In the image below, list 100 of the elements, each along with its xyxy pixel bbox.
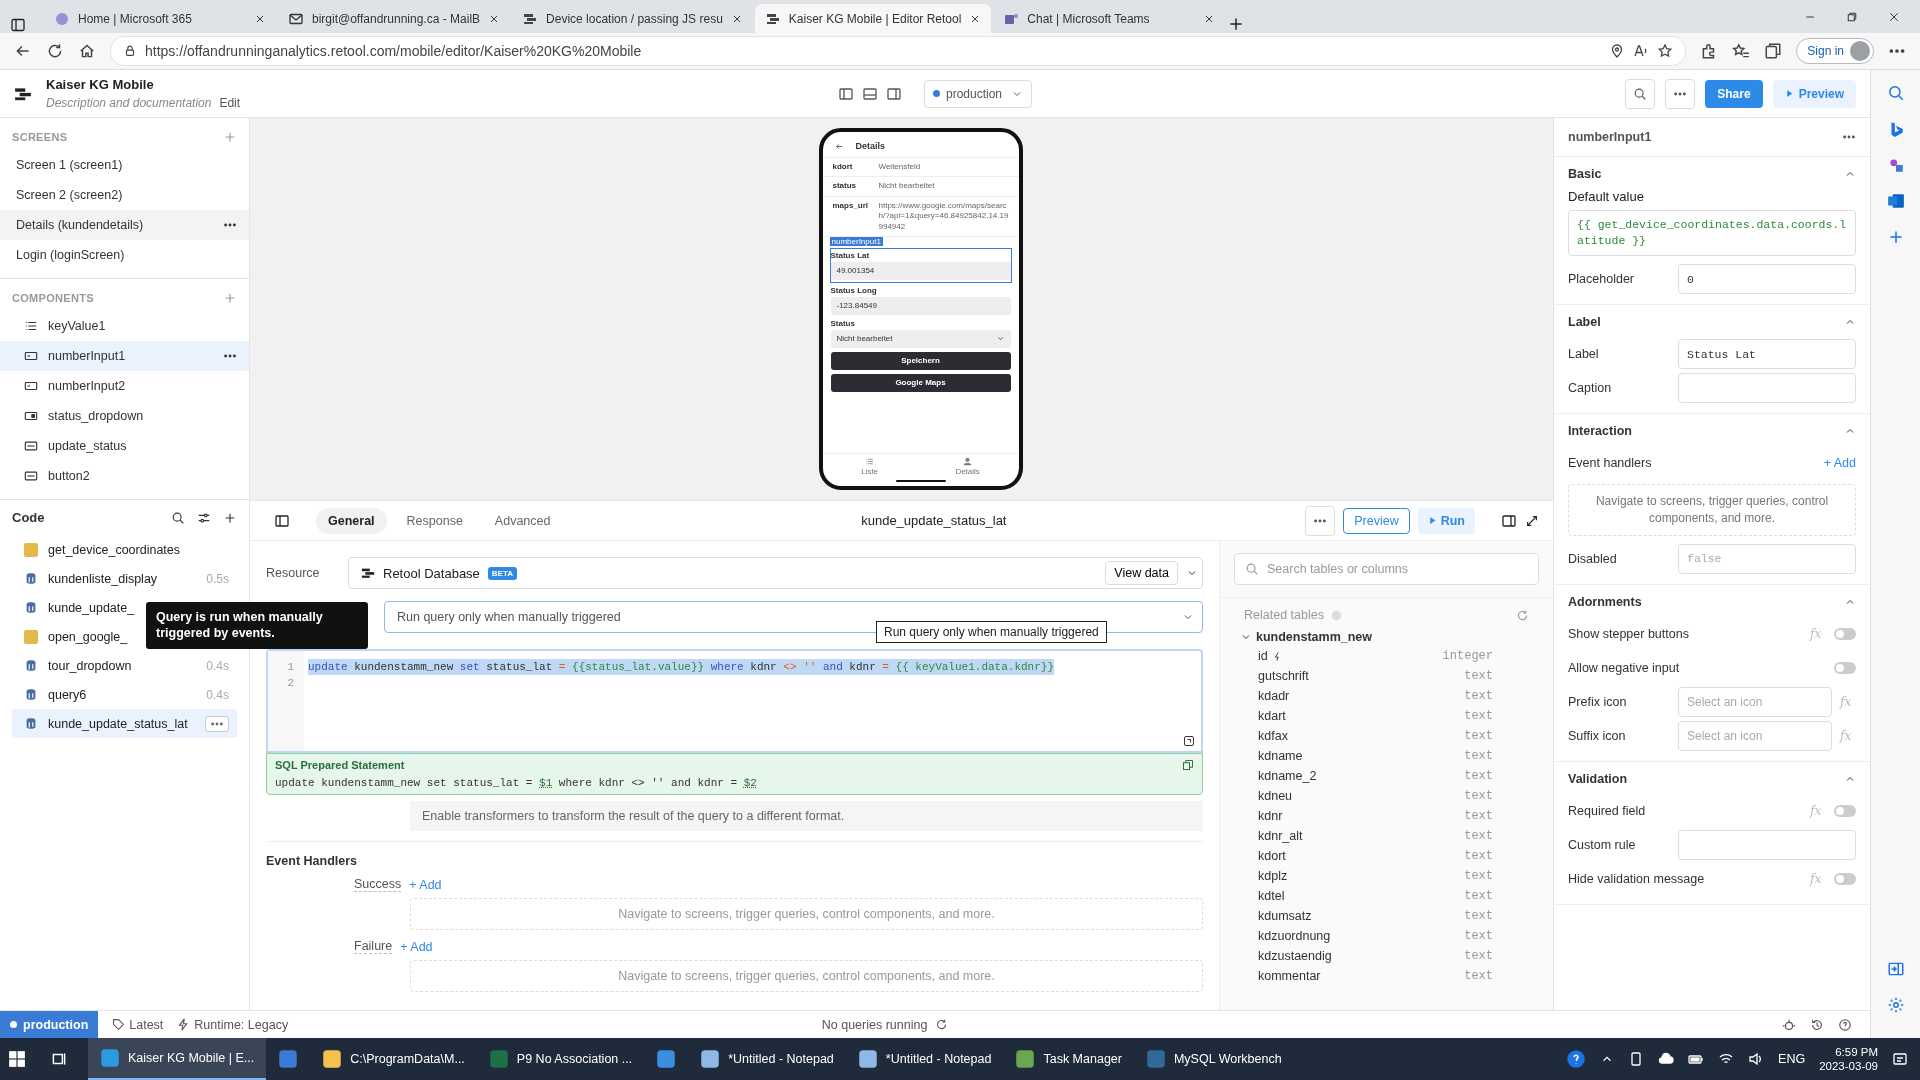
share-button[interactable]: Share: [1705, 79, 1763, 108]
settings-icon[interactable]: [1886, 996, 1905, 1014]
add-link[interactable]: + Add: [1823, 456, 1856, 471]
favorite-add-icon[interactable]: [1657, 43, 1674, 59]
layout-icon[interactable]: [838, 85, 854, 102]
sidebar-toggle-icon[interactable]: [274, 512, 290, 529]
browser-tab[interactable]: Device location / passing JS resu: [512, 4, 753, 33]
debug-icon[interactable]: [1782, 1017, 1796, 1032]
screen-item[interactable]: Details (kundendetails): [0, 210, 249, 240]
history-icon[interactable]: [1810, 1017, 1824, 1032]
view-data-button[interactable]: View data: [1105, 561, 1178, 585]
taskbar-app[interactable]: MySQL Workbench: [1133, 1038, 1294, 1080]
toggle-switch[interactable]: [1834, 804, 1856, 817]
query-item[interactable]: kundenliste_display 0.5s: [12, 564, 237, 593]
query-item[interactable]: get_device_coordinates: [12, 535, 237, 564]
filter-icon[interactable]: [197, 510, 211, 525]
refresh-icon: [935, 1017, 949, 1031]
start-icon[interactable]: [8, 1050, 26, 1068]
field-key: kdort: [832, 162, 879, 173]
add-link[interactable]: + Add: [409, 877, 442, 892]
query-tab[interactable]: General: [316, 507, 387, 534]
layout-icon[interactable]: [886, 85, 902, 102]
component-item[interactable]: keyValue1: [0, 311, 249, 341]
nav-item[interactable]: Details: [955, 457, 980, 476]
phone-button[interactable]: Google Maps: [830, 373, 1011, 392]
browser-tab[interactable]: Home | Microsoft 365: [44, 4, 276, 33]
screen-item[interactable]: Login (loginScreen): [0, 240, 249, 270]
browser-tab[interactable]: Chat | Microsoft Teams: [993, 4, 1226, 33]
statement-title: SQL Prepared Statement: [275, 759, 405, 771]
language-indicator[interactable]: ENG: [1778, 1052, 1806, 1066]
tab-actions-icon[interactable]: [10, 17, 26, 33]
toggle-switch[interactable]: [1834, 872, 1856, 885]
runtime-button[interactable]: Runtime: Legacy: [177, 1017, 289, 1032]
query-item[interactable]: query6 0.4s: [12, 680, 237, 709]
empty-hint: Navigate to screens, trigger queries, control components, and more.: [410, 898, 1203, 930]
screen-item[interactable]: Screen 2 (screen2): [0, 180, 249, 210]
address-bar[interactable]: https://offandrunninganalytics.retool.com/mobile/editor/Kaiser%20KG%20Mobile: [110, 36, 1687, 66]
close-icon[interactable]: [1888, 10, 1900, 23]
taskbar-app[interactable]: Kaiser KG Mobile | E...: [88, 1038, 267, 1080]
environment-select[interactable]: production: [924, 79, 1032, 108]
add-link[interactable]: + Add: [400, 939, 433, 954]
phone-button[interactable]: Speichern: [830, 351, 1011, 370]
edit-link[interactable]: Edit: [219, 96, 241, 110]
component-item[interactable]: button2: [0, 461, 249, 491]
component-item[interactable]: update_status: [0, 431, 249, 461]
notification-icon[interactable]: [1892, 1051, 1908, 1067]
select-field[interactable]: Nicht bearbeitet: [830, 329, 1011, 348]
component-item[interactable]: numberInput1: [0, 341, 249, 371]
format-icon[interactable]: [1183, 735, 1195, 747]
search-icon[interactable]: [171, 510, 185, 525]
query-item[interactable]: tour_dropdown 0.4s: [12, 651, 237, 680]
panel-icon[interactable]: [1501, 512, 1517, 529]
sign-in-button[interactable]: Sign in: [1796, 38, 1874, 64]
expand-icon[interactable]: [1525, 513, 1539, 528]
code-editor[interactable]: 1 2 update kundenstamm_new set status_lat = {{status_lat.value}} where kdnr <> '' and kdnr = {{ keyValue1.data.kdnr}}: [266, 649, 1203, 753]
resource-select[interactable]: Retool Database BETA View data: [348, 557, 1203, 589]
preview-button[interactable]: Preview: [1343, 507, 1410, 534]
app-title: Kaiser KG Mobile: [46, 77, 155, 92]
home-icon[interactable]: [78, 42, 96, 60]
latest-button[interactable]: Latest: [112, 1017, 164, 1032]
handler-label: Success: [354, 877, 402, 892]
taskbar-app[interactable]: Task Manager: [1003, 1038, 1134, 1080]
list-icon: [24, 319, 38, 333]
component-item[interactable]: numberInput2: [0, 371, 249, 401]
toggle-switch[interactable]: [1834, 661, 1856, 674]
query-tab[interactable]: Response: [394, 507, 475, 534]
refresh-icon[interactable]: [46, 42, 64, 60]
app-icon: [1015, 1049, 1036, 1069]
search-button[interactable]: [1625, 78, 1656, 109]
nav-item[interactable]: Liste: [861, 457, 879, 476]
environment-badge[interactable]: production: [0, 1011, 99, 1038]
input-field[interactable]: Status Lat: [1678, 339, 1856, 370]
screen-item[interactable]: Screen 1 (screen1): [0, 150, 249, 180]
taskbar-app[interactable]: P9 No Association ...: [476, 1038, 645, 1080]
code-field[interactable]: {{ get_device_coordinates.data.coords.latitude }}: [1568, 210, 1856, 257]
browser-tab[interactable]: birgit@offandrunning.ca - MailB: [278, 4, 511, 33]
taskbar-app[interactable]: *Untitled - Notepad: [845, 1038, 1004, 1080]
number-field[interactable]: 49.001354: [830, 261, 1011, 280]
clock[interactable]: 6:59 PM 2023-03-09: [1819, 1046, 1878, 1072]
query-tab[interactable]: Advanced: [482, 507, 563, 534]
field-label: Required field: [1568, 803, 1647, 818]
layout-icon[interactable]: [862, 85, 878, 102]
taskbar-app[interactable]: C:\ProgramData\M...: [310, 1038, 477, 1080]
favorites-icon[interactable]: [1732, 42, 1751, 60]
browser-tab[interactable]: Kaiser KG Mobile | Editor Retool: [754, 4, 992, 33]
task-view-icon[interactable]: [50, 1050, 68, 1068]
restore-icon[interactable]: [1846, 10, 1858, 23]
cloud-icon[interactable]: [1658, 1051, 1675, 1067]
component-item[interactable]: status_dropdown: [0, 401, 249, 431]
input-field[interactable]: [1678, 829, 1856, 860]
table-item[interactable]: kundenstamm_new: [1220, 628, 1553, 646]
query-item[interactable]: kunde_update_status_lat: [12, 709, 237, 738]
number-field[interactable]: -123.84549: [830, 296, 1011, 315]
input-field[interactable]: 0: [1678, 264, 1856, 295]
input-field[interactable]: [1678, 373, 1856, 404]
taskbar-app[interactable]: *Untitled - Notepad: [688, 1038, 846, 1080]
copy-icon[interactable]: [1182, 759, 1194, 771]
collections-icon[interactable]: [1764, 42, 1783, 60]
fx-label: fx: [1840, 694, 1853, 709]
toggle-switch[interactable]: [1834, 627, 1856, 640]
